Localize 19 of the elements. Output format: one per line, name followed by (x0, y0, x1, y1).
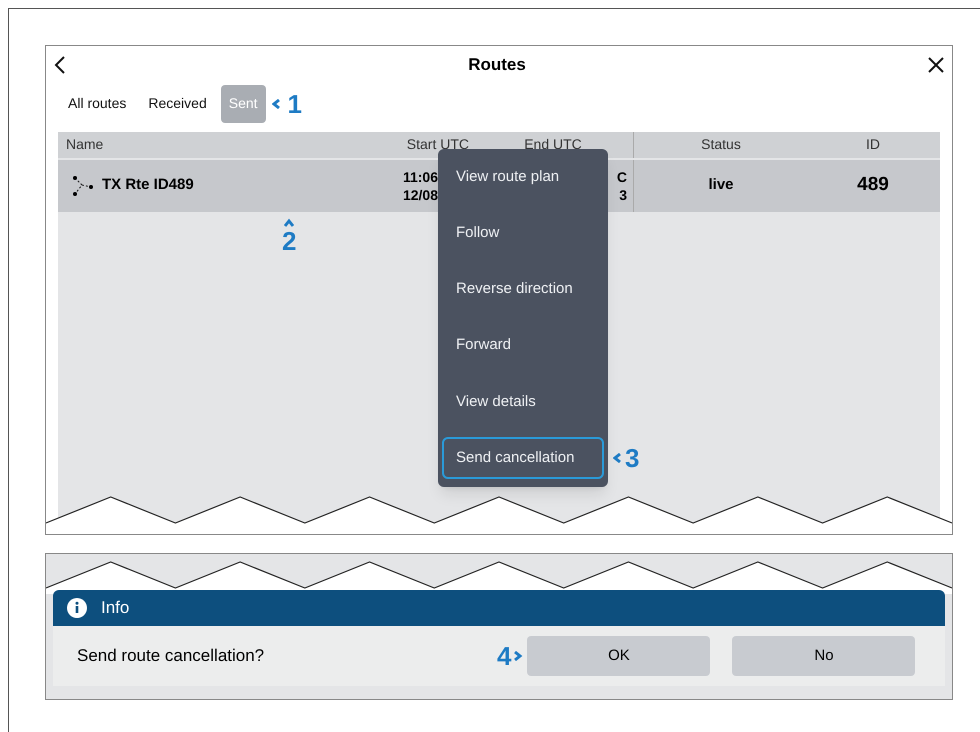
dialog-title: Info (101, 597, 130, 620)
table-cell: 11:06 (402, 168, 438, 186)
window-title: Routes (468, 54, 526, 76)
table-cell-text: live (708, 175, 734, 196)
table-cell: 12/08 (402, 186, 438, 204)
column-header: ID (865, 135, 881, 154)
column-header: Status (633, 132, 808, 158)
table-cell: C (616, 168, 627, 186)
table-cell-text: TX Rte ID489 (102, 175, 194, 196)
callout-number: 4 (497, 643, 512, 669)
table-cell-text: 489 (857, 173, 889, 198)
table-cell: 3 (619, 186, 627, 204)
column-header: Name (65, 135, 104, 154)
dialog-message: Send route cancellation? (77, 645, 266, 668)
callout-number: 2 (282, 228, 296, 254)
column-header: End UTC (523, 135, 583, 154)
callout-number: 3 (625, 444, 640, 470)
column-header: Start UTC (406, 135, 470, 154)
callout-number: 1 (288, 90, 302, 116)
